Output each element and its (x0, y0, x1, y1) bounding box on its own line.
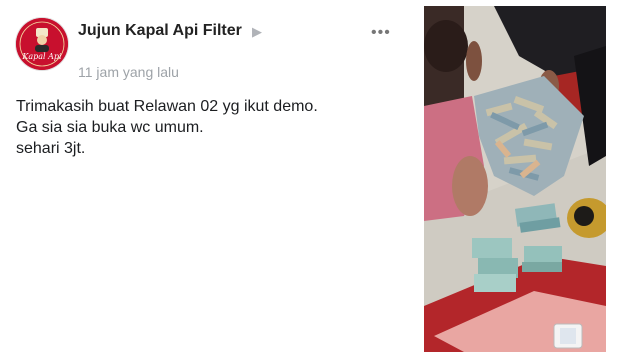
post-body-line: sehari 3jt. (16, 140, 86, 157)
avatar-logo-text: Kapal Api (21, 52, 62, 61)
post-body-line: Ga sia sia buka wc umum. (16, 119, 204, 136)
post-body: Trimakasih buat Relawan 02 yg ikut demo.… (16, 96, 396, 159)
money-on-floor-photo[interactable] (424, 6, 606, 352)
profile-avatar[interactable]: Kapal Api (16, 18, 68, 70)
more-options-icon[interactable]: ••• (371, 24, 391, 42)
post-author-name[interactable]: Jujun Kapal Api Filter (78, 22, 242, 40)
post-body-line: Trimakasih buat Relawan 02 yg ikut demo. (16, 98, 318, 115)
post-timestamp[interactable]: 11 jam yang lalu (78, 64, 179, 80)
play-triangle-icon: ▶ (252, 24, 262, 39)
kapal-api-logo-icon: Kapal Api (16, 18, 68, 70)
facebook-post-card: Kapal Api Jujun Kapal Api Filter ▶ ••• 1… (0, 0, 410, 360)
